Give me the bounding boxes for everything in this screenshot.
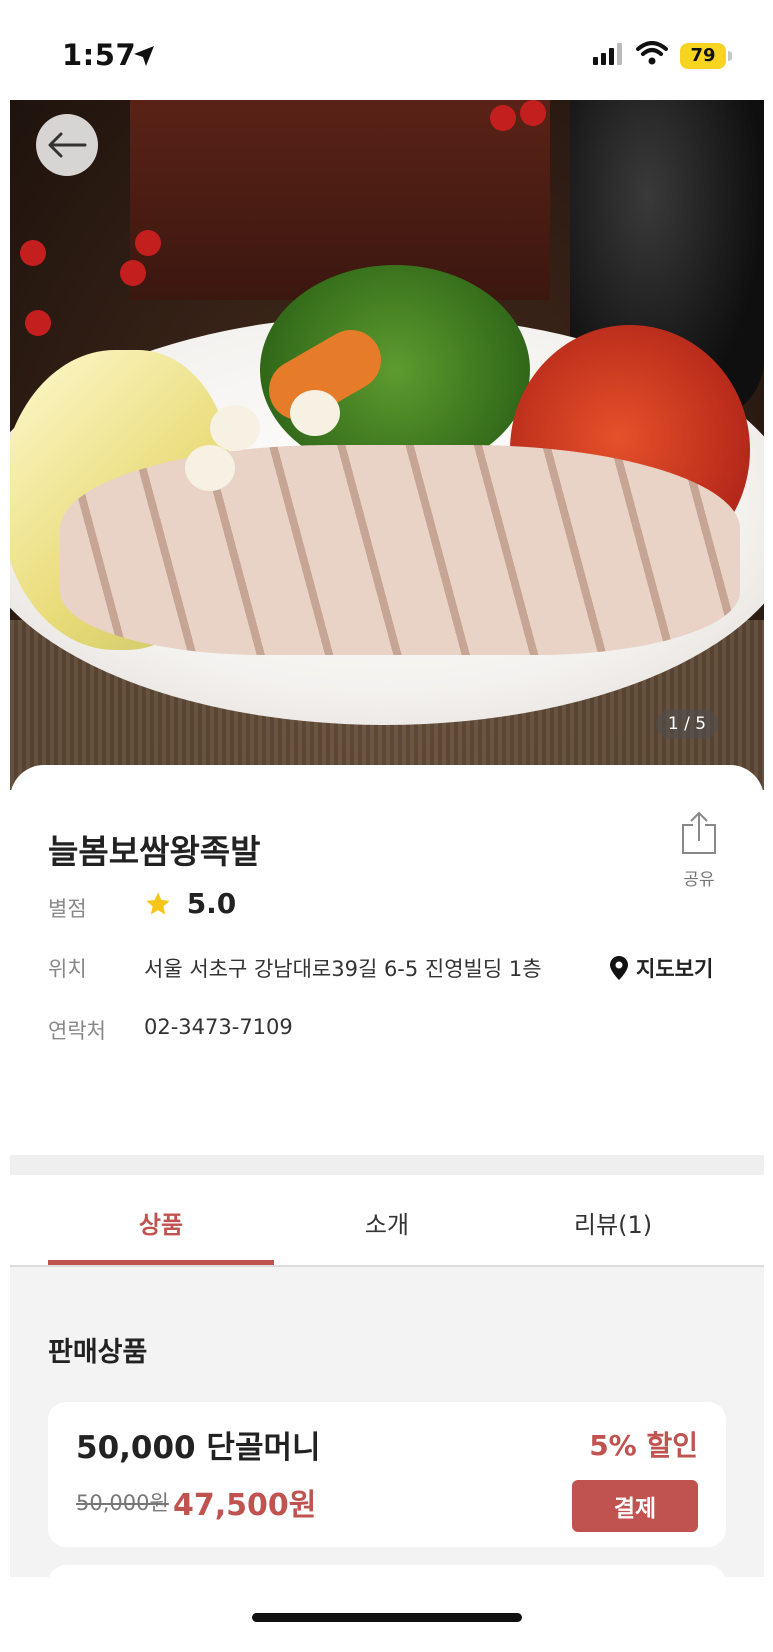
product-original-price: 50,000원 bbox=[76, 1491, 169, 1515]
store-address: 서울 서초구 강남대로39길 6-5 진영빌딩 1층 bbox=[144, 957, 542, 981]
photo-berry bbox=[20, 240, 46, 266]
view-map-label: 지도보기 bbox=[636, 957, 714, 981]
home-indicator-area bbox=[10, 1577, 764, 1652]
products-section: 판매상품 50,000 단골머니 50,000원 47,500원 5% 할인 결… bbox=[10, 1267, 764, 1625]
status-time: 1:57 bbox=[62, 38, 137, 72]
view-map-link[interactable]: 지도보기 bbox=[610, 953, 713, 983]
photo-berry bbox=[135, 230, 161, 256]
location-arrow-icon bbox=[132, 44, 156, 72]
share-button[interactable]: 공유 bbox=[676, 811, 722, 890]
app-frame: 1:57 79 1 / 5 늘봄보쌈왕족발 공유 별점 5.0 위치 서울 서초… bbox=[10, 0, 764, 1652]
map-pin-icon bbox=[610, 956, 628, 980]
store-photo[interactable] bbox=[10, 100, 764, 790]
share-label: 공유 bbox=[683, 870, 715, 890]
location-label: 위치 bbox=[48, 957, 87, 981]
store-phone[interactable]: 02-3473-7109 bbox=[144, 1015, 293, 1039]
back-button[interactable] bbox=[36, 114, 98, 176]
photo-garlic bbox=[290, 390, 340, 436]
tab-products[interactable]: 상품 bbox=[48, 1205, 274, 1240]
product-discount: 5% 할인 bbox=[589, 1429, 698, 1462]
photo-background-cabinet bbox=[130, 100, 550, 300]
tab-bar: 상품 소개 리뷰(1) bbox=[10, 1175, 764, 1267]
battery-tip bbox=[728, 51, 732, 61]
cellular-signal-icon bbox=[593, 43, 625, 69]
share-icon bbox=[682, 811, 716, 854]
product-name: 50,000 단골머니 bbox=[76, 1430, 321, 1466]
star-icon bbox=[146, 891, 170, 914]
photo-berry bbox=[25, 310, 51, 336]
photo-berry bbox=[120, 260, 146, 286]
active-tab-indicator bbox=[48, 1260, 274, 1265]
photo-berry bbox=[490, 105, 516, 131]
rating-value-group: 5.0 bbox=[144, 887, 236, 920]
pay-button[interactable]: 결제 bbox=[572, 1480, 698, 1532]
section-divider bbox=[10, 1155, 764, 1175]
product-card[interactable]: 50,000 단골머니 50,000원 47,500원 5% 할인 결제 bbox=[48, 1402, 726, 1547]
store-info-card: 늘봄보쌈왕족발 공유 별점 5.0 위치 서울 서초구 강남대로39길 6-5 … bbox=[10, 765, 764, 1155]
store-name: 늘봄보쌈왕족발 bbox=[48, 832, 261, 871]
photo-bossam-pork bbox=[60, 445, 740, 655]
tab-reviews[interactable]: 리뷰(1) bbox=[500, 1205, 726, 1240]
tab-introduction[interactable]: 소개 bbox=[274, 1205, 500, 1240]
home-indicator[interactable] bbox=[252, 1613, 522, 1622]
products-heading: 판매상품 bbox=[48, 1337, 148, 1368]
photo-pager: 1 / 5 bbox=[656, 709, 718, 739]
wifi-icon bbox=[636, 41, 668, 69]
contact-label: 연락처 bbox=[48, 1019, 106, 1043]
photo-berry bbox=[520, 100, 546, 126]
photo-garlic bbox=[185, 445, 235, 491]
arrow-left-icon bbox=[48, 132, 87, 158]
photo-garlic bbox=[210, 405, 260, 451]
rating-label: 별점 bbox=[48, 897, 87, 921]
battery-level: 79 bbox=[680, 43, 726, 69]
status-bar: 1:57 79 bbox=[10, 0, 764, 100]
rating-value: 5.0 bbox=[186, 887, 237, 920]
product-sale-price: 47,500원 bbox=[173, 1488, 317, 1523]
